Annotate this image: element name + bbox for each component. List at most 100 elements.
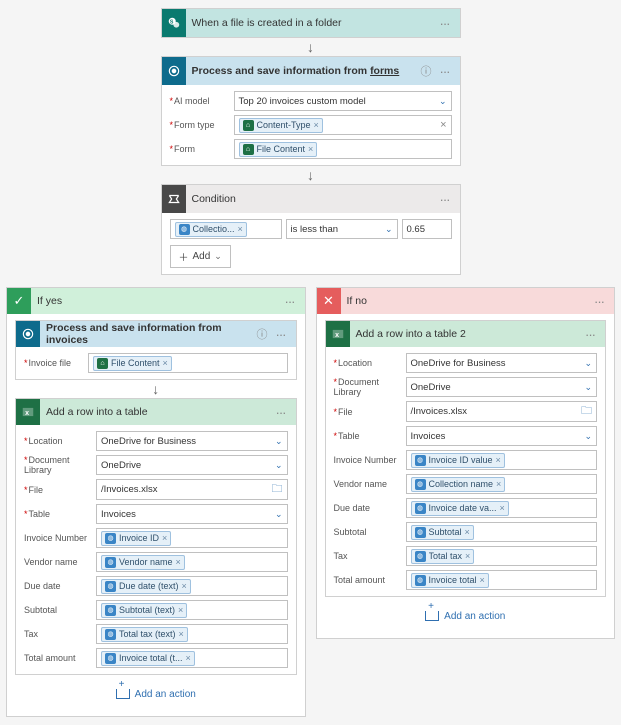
svg-text:S: S <box>169 20 173 26</box>
content-type-token[interactable]: ⌂Content-Type× <box>239 118 323 133</box>
condition-operator-select[interactable]: is less than⌄ <box>286 219 398 239</box>
add-action-link[interactable]: Add an action <box>135 689 196 700</box>
no-excel-menu[interactable]: ··· <box>581 327 599 342</box>
add-action-icon <box>425 611 439 621</box>
dynamic-token[interactable]: ◍Invoice ID value× <box>411 453 505 468</box>
dynamic-token[interactable]: ◍Invoice ID× <box>101 531 171 546</box>
dynamic-token[interactable]: ◍Invoice date va...× <box>411 501 509 516</box>
info-icon[interactable]: ⓘ <box>257 326 272 342</box>
dynamic-token[interactable]: ◍Total tax (text)× <box>101 627 188 642</box>
yes-excel-title: Add a row into a table <box>40 406 272 418</box>
folder-icon[interactable]: 🗀 <box>581 402 592 421</box>
condition-menu[interactable]: ··· <box>436 192 454 207</box>
tax-field[interactable]: ◍Total tax× <box>406 546 598 566</box>
due-date-label: Due date <box>334 503 406 513</box>
ai-step-title: Process and save information from forms <box>186 65 421 77</box>
tax-field[interactable]: ◍Total tax (text)× <box>96 624 288 644</box>
ai-step-card[interactable]: Process and save information from forms … <box>161 56 461 166</box>
form-field[interactable]: ⌂File Content× <box>234 139 452 159</box>
trigger-title: When a file is created in a folder <box>186 17 436 29</box>
invoice-number-label: Invoice Number <box>24 533 96 543</box>
add-action-icon <box>116 689 130 699</box>
trigger-card[interactable]: S When a file is created in a folder ··· <box>161 8 461 38</box>
excel-icon: x <box>326 321 350 347</box>
if-no-branch: ✕ If no ··· x Add a row into a table 2 ·… <box>316 287 616 639</box>
if-yes-menu[interactable]: ··· <box>281 294 299 309</box>
no-excel-card[interactable]: x Add a row into a table 2 ··· *Location… <box>325 320 607 597</box>
library-label: *Document Library <box>24 455 96 475</box>
location-select[interactable]: OneDrive for Business⌄ <box>406 353 598 373</box>
due-date-field[interactable]: ◍Invoice date va...× <box>406 498 598 518</box>
yes-excel-menu[interactable]: ··· <box>272 405 290 420</box>
table-label: *Table <box>24 509 96 519</box>
dynamic-token[interactable]: ◍Total tax× <box>411 549 475 564</box>
library-select[interactable]: OneDrive⌄ <box>96 455 288 475</box>
condition-token[interactable]: ◍Collectio...× <box>175 222 247 237</box>
condition-add-button[interactable]: ＋Add⌄ <box>170 245 231 268</box>
subtotal-label: Subtotal <box>24 605 96 615</box>
arrow-icon: ↓ <box>15 380 297 398</box>
condition-title: Condition <box>186 193 436 205</box>
invoice-number-field[interactable]: ◍Invoice ID value× <box>406 450 598 470</box>
location-label: *Location <box>24 436 96 446</box>
file-content-token[interactable]: ⌂File Content× <box>239 142 318 157</box>
no-excel-title: Add a row into a table 2 <box>350 328 582 340</box>
yes-ai-title: Process and save information from invoic… <box>40 322 257 346</box>
dynamic-token[interactable]: ◍Subtotal (text)× <box>101 603 187 618</box>
subtotal-field[interactable]: ◍Subtotal× <box>406 522 598 542</box>
ai-step-menu[interactable]: ··· <box>436 64 454 79</box>
yes-excel-card[interactable]: x Add a row into a table ··· *LocationOn… <box>15 398 297 675</box>
due-date-field[interactable]: ◍Due date (text)× <box>96 576 288 596</box>
sharepoint-icon: S <box>162 9 186 37</box>
info-icon[interactable]: ⓘ <box>421 63 436 79</box>
folder-icon[interactable]: 🗀 <box>272 480 283 499</box>
dynamic-token[interactable]: ◍Due date (text)× <box>101 579 191 594</box>
if-yes-title: If yes <box>31 295 281 307</box>
form-label: *Form <box>170 144 234 154</box>
table-label: *Table <box>334 431 406 441</box>
dynamic-token[interactable]: ◍Collection name× <box>411 477 506 492</box>
invoice-number-field[interactable]: ◍Invoice ID× <box>96 528 288 548</box>
svg-text:x: x <box>335 332 339 339</box>
vendor-field[interactable]: ◍Collection name× <box>406 474 598 494</box>
file-field[interactable]: /Invoices.xlsx🗀 <box>96 479 288 500</box>
ai-builder-icon <box>162 57 186 85</box>
subtotal-field[interactable]: ◍Subtotal (text)× <box>96 600 288 620</box>
yes-ai-menu[interactable]: ··· <box>272 327 290 342</box>
clear-icon[interactable]: × <box>436 119 446 131</box>
table-select[interactable]: Invoices⌄ <box>96 504 288 524</box>
condition-value-field[interactable]: 0.65 <box>402 219 452 239</box>
dynamic-token[interactable]: ◍Vendor name× <box>101 555 185 570</box>
if-no-menu[interactable]: ··· <box>590 294 608 309</box>
if-yes-branch: ✓ If yes ··· Process and save informatio… <box>6 287 306 717</box>
svg-text:x: x <box>25 410 29 417</box>
check-icon: ✓ <box>7 288 31 314</box>
table-select[interactable]: Invoices⌄ <box>406 426 598 446</box>
condition-card[interactable]: Condition ··· ◍Collectio...× is less tha… <box>161 184 461 275</box>
form-type-label: *Form type <box>170 120 234 130</box>
location-select[interactable]: OneDrive for Business⌄ <box>96 431 288 451</box>
due-date-label: Due date <box>24 581 96 591</box>
arrow-icon: ↓ <box>161 166 461 184</box>
total-field[interactable]: ◍Invoice total (t...× <box>96 648 288 668</box>
subtotal-label: Subtotal <box>334 527 406 537</box>
file-field[interactable]: /Invoices.xlsx🗀 <box>406 401 598 422</box>
file-content-token[interactable]: ⌂File Content× <box>93 356 172 371</box>
chevron-down-icon: ⌄ <box>385 224 393 235</box>
chevron-down-icon: ⌄ <box>439 96 447 107</box>
condition-left-field[interactable]: ◍Collectio...× <box>170 219 282 239</box>
yes-ai-card[interactable]: Process and save information from invoic… <box>15 320 297 380</box>
library-select[interactable]: OneDrive⌄ <box>406 377 598 397</box>
invoice-file-field[interactable]: ⌂File Content× <box>88 353 288 373</box>
close-icon: ✕ <box>317 288 341 314</box>
tax-label: Tax <box>24 629 96 639</box>
total-field[interactable]: ◍Invoice total× <box>406 570 598 590</box>
dynamic-token[interactable]: ◍Invoice total× <box>411 573 489 588</box>
trigger-menu[interactable]: ··· <box>436 16 454 31</box>
library-label: *Document Library <box>334 377 406 397</box>
dynamic-token[interactable]: ◍Subtotal× <box>411 525 474 540</box>
ai-model-select[interactable]: Top 20 invoices custom model⌄ <box>234 91 452 111</box>
vendor-field[interactable]: ◍Vendor name× <box>96 552 288 572</box>
form-type-field[interactable]: ⌂Content-Type× × <box>234 115 452 135</box>
dynamic-token[interactable]: ◍Invoice total (t...× <box>101 651 195 666</box>
